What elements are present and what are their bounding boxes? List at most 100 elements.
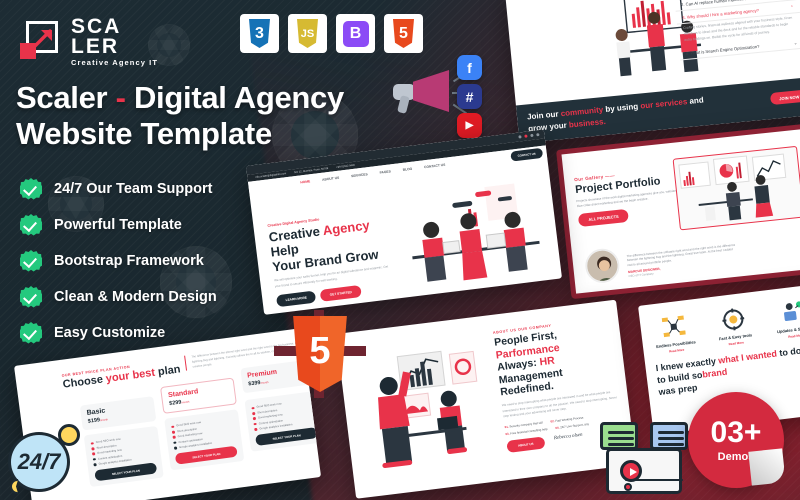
banner-highlight-1: community <box>560 105 604 119</box>
network-nodes-icon <box>661 315 687 340</box>
testimonial-avatar <box>583 247 622 285</box>
select-plan-button[interactable]: SELECT YOUR PLAN <box>174 445 238 465</box>
twentyfour-seven-badge: 24/7 <box>2 418 86 498</box>
video-chat-icon <box>598 422 702 498</box>
play-button-icon[interactable] <box>620 460 642 482</box>
megaphone-icon <box>393 62 455 120</box>
check-badge-icon <box>20 286 42 308</box>
check-badge-icon <box>20 250 42 272</box>
feature-item: Powerful Template <box>20 214 217 236</box>
window-dot <box>518 135 522 139</box>
support-person-icon <box>781 300 800 325</box>
nav-services[interactable]: SERVICES <box>351 172 368 178</box>
quote-highlight-1: what I wanted <box>717 348 778 366</box>
check-badge-icon <box>20 214 42 236</box>
chevron-down-icon: ⌄ <box>793 40 798 46</box>
video-player-card[interactable] <box>606 448 683 494</box>
facebook-icon[interactable]: f <box>457 55 482 80</box>
demos-count-badge: 03+ Demos <box>688 392 786 488</box>
hero-get-started-button[interactable]: GET STARTED <box>320 285 362 302</box>
css3-shield-icon: 3 <box>249 19 270 48</box>
nav-home[interactable]: HOME <box>300 179 310 184</box>
all-projects-button[interactable]: ALL PROJECTS <box>577 208 630 227</box>
service-card[interactable]: Fast & Easy tools Read More <box>707 306 761 349</box>
html5-shield-icon: 5 <box>274 310 366 398</box>
chevron-up-icon: ⌃ <box>789 3 794 10</box>
brand-logo[interactable]: SCA LER Creative Agency IT <box>18 16 158 67</box>
service-card[interactable]: Updates & Support Read More <box>767 298 800 341</box>
html5-badge: 5 <box>384 14 423 53</box>
window-dot <box>524 134 528 138</box>
nav-cta-button[interactable]: CONTACT US <box>510 147 544 162</box>
hr-illustration <box>350 331 506 487</box>
hashtag-icon[interactable]: # <box>457 84 482 109</box>
pricing-features-standard: Good SEO work now Short description Good… <box>164 409 245 471</box>
plan-period: /month <box>99 418 109 423</box>
feature-label: 24/7 Our Team Support <box>54 181 213 197</box>
banner-highlight-3: business. <box>568 116 607 130</box>
pricing-card-basic: Basic $199/month <box>79 396 157 431</box>
bootstrap-badge: B <box>336 14 375 53</box>
service-card[interactable]: Endless Possibilities Read More <box>648 313 702 356</box>
scale-arrow-icon <box>18 19 62 63</box>
banner-text-3: and <box>686 95 705 107</box>
youtube-icon[interactable]: ▶ <box>457 113 482 138</box>
pricing-card-standard: Standard $299/month <box>160 377 237 414</box>
portfolio-screenshot <box>672 145 800 231</box>
plan-period: /month <box>260 380 269 385</box>
quote-part-2: to do. I w <box>778 343 800 359</box>
feature-item: Easy Customize <box>20 322 217 344</box>
banner-highlight-2: our services <box>639 97 688 111</box>
nav-pages[interactable]: PAGES <box>379 169 391 174</box>
headline-line1b: Digital Agency <box>133 80 344 115</box>
nav-contact[interactable]: CONTACT US <box>424 163 446 170</box>
hr-signature: Rebecca olsen <box>553 432 583 441</box>
javascript-shield-icon: JS <box>297 19 318 48</box>
hr-title-em2: HR <box>538 354 556 369</box>
css3-badge: 3 <box>240 14 279 53</box>
feature-list: 24/7 Our Team Support Powerful Template … <box>20 178 217 358</box>
select-plan-button[interactable]: SELECT YOUR PLAN <box>255 426 319 447</box>
badge-247-text: 24/7 <box>17 449 61 474</box>
pricing-features-basic: Good SEO work now Short description Good… <box>83 425 164 488</box>
banner-text-2: by using <box>602 101 641 115</box>
hr-about-mockup-panel: ABOUT US OUR COMPANY People First, Parfo… <box>336 299 637 499</box>
headline-brand: Scaler <box>16 80 108 115</box>
demos-count: 03+ <box>710 415 762 449</box>
peel-corner <box>748 448 786 486</box>
hero-learn-more-button[interactable]: LEARN MORE <box>275 290 317 308</box>
poster-headline: Scaler - Digital Agency Website Template <box>16 80 446 153</box>
nav-about[interactable]: ABOUT US <box>322 176 340 182</box>
headline-dash: - <box>115 80 126 115</box>
chat-bubble-green <box>600 422 638 450</box>
portfolio-mockup-panel: Our Gallery —— Project Portfolio Project… <box>556 123 800 300</box>
feature-label: Powerful Template <box>54 217 182 233</box>
feature-item: 24/7 Our Team Support <box>20 178 217 200</box>
window-dot <box>530 133 534 138</box>
feature-label: Bootstrap Framework <box>54 253 204 269</box>
gear-bulb-icon <box>721 307 746 332</box>
hero-illustration <box>390 170 558 292</box>
pricing-features-premium: Good SEO work now Short description Good… <box>244 390 322 452</box>
logo-tagline: Creative Agency IT <box>71 58 159 67</box>
select-plan-button[interactable]: SELECT YOUR PLAN <box>94 462 158 482</box>
plan-price: $199 <box>87 417 101 425</box>
chat-bubble-blue <box>650 422 688 450</box>
html5-shield-icon: 5 <box>393 19 414 48</box>
feature-label: Clean & Modern Design <box>54 289 217 305</box>
plan-price: $299 <box>168 399 182 408</box>
feature-item: Bootstrap Framework <box>20 250 217 272</box>
hr-about-button[interactable]: ABOUT US <box>506 436 546 453</box>
nav-blog[interactable]: BLOG <box>402 167 412 172</box>
pricing-title-b: plan <box>154 363 182 379</box>
javascript-badge: JS <box>288 14 327 53</box>
plan-period: /month <box>181 400 190 405</box>
feature-label: Easy Customize <box>54 325 166 341</box>
hero-title-em: Agency <box>321 217 371 239</box>
check-badge-icon <box>20 322 42 344</box>
plan-price: $399 <box>248 379 261 388</box>
bootstrap-square-icon: B <box>342 20 369 47</box>
logo-text-line1: SCA <box>71 15 122 38</box>
progress-knob[interactable] <box>624 483 632 491</box>
window-dot <box>536 133 540 137</box>
